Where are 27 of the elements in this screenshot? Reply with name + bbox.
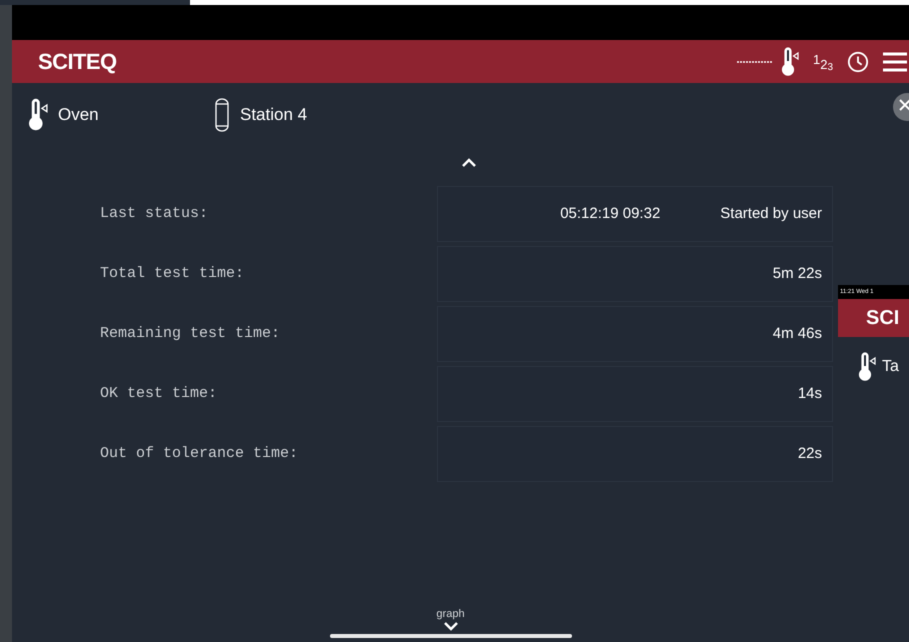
field-label: Total test time: [99,264,246,284]
field-label: OK test time: [99,384,218,404]
field-value: Started by user [720,204,822,224]
station-tab[interactable]: Station 4 [214,98,308,132]
field-value: 22s [798,444,822,464]
field-value: 14s [798,384,822,404]
clock-icon[interactable] [847,50,869,72]
graph-label[interactable]: graph [436,606,465,622]
field-label: Remaining test time: [99,324,282,344]
app-logo: SCITEQ [38,48,117,76]
nav-label: Ta [882,357,899,377]
oven-tab[interactable]: Oven [28,97,214,133]
chevron-down-icon[interactable] [442,622,458,632]
field-label: Out of tolerance time: [99,444,300,464]
thermometer-icon [858,351,876,383]
cylinder-icon [214,98,230,132]
close-icon [899,99,909,111]
thermometer-icon [780,46,799,76]
chevron-up-icon[interactable] [460,157,476,167]
field-label: Last status: [99,204,210,224]
field-value: 4m 46s [772,324,822,344]
app-logo: SCI [866,306,900,331]
field-value: 5m 22s [772,264,822,284]
dashed-line-icon [736,60,773,64]
field-value: 05:12:19 09:32 [560,204,660,224]
thermometer-icon [28,97,48,133]
menu-icon[interactable] [883,52,907,72]
